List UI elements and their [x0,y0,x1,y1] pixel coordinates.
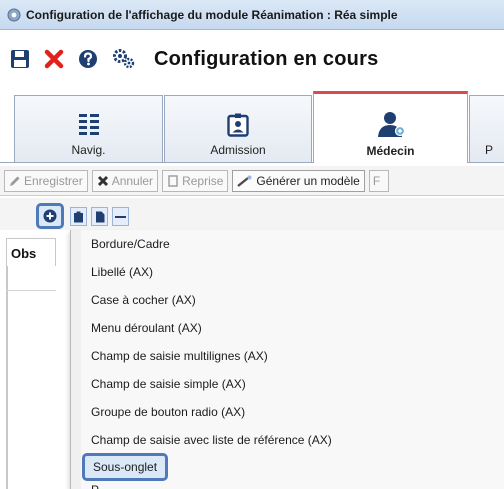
tab-label: Médecin [366,144,415,158]
window-title-bar: Configuration de l'affichage du module R… [0,0,504,30]
menu-item-sous-onglet[interactable]: Sous-onglet [82,453,169,481]
cancel-button[interactable]: Annuler [91,169,159,192]
resume-label: Reprise [182,173,224,188]
badge-icon [227,113,249,137]
document-icon [95,211,104,222]
cancel-icon [97,175,109,187]
tab-label: Admission [210,143,266,157]
clipped-action-label: F [372,173,381,188]
close-icon[interactable] [44,49,64,69]
action-bar: Enregistrer Annuler Reprise Générer un m… [0,166,504,196]
module-tab-strip: Navig. Admission Médecin P [0,91,504,163]
tab-obs[interactable]: Obs [6,238,56,266]
menu-item-libelle[interactable]: Libellé (AX) [91,265,153,279]
tab-navig[interactable]: Navig. [14,95,163,162]
tab-medecin[interactable]: Médecin [313,91,468,163]
more-options-button[interactable] [112,207,129,226]
window-title: Configuration de l'affichage du module R… [26,7,398,22]
cancel-label: Annuler [111,173,154,188]
add-element-button[interactable] [36,203,64,229]
page-title: Configuration en cours [154,47,379,70]
menu-item-bordure-cadre[interactable]: Bordure/Cadre [91,237,170,251]
panel-border [6,266,8,489]
list-icon [78,114,99,135]
menu-item-menu-deroulant[interactable]: Menu déroulant (AX) [91,321,202,335]
menu-item-groupe-radio[interactable]: Groupe de bouton radio (AX) [91,405,245,419]
pencil-icon [9,175,21,187]
help-icon[interactable] [78,49,98,69]
doctor-icon [377,112,405,137]
paste-element-button[interactable] [91,207,108,226]
menu-item-liste-reference[interactable]: Champ de saisie avec liste de référence … [91,433,332,447]
tab-label: Navig. [71,143,106,157]
plus-circle-icon [43,209,57,223]
generate-model-button[interactable]: Générer un modèle [232,169,365,192]
sub-toolbar [0,198,504,230]
menu-item-champ-multilignes[interactable]: Champ de saisie multilignes (AX) [91,349,268,363]
obs-tab-label: Obs [11,246,37,261]
panel-divider [6,290,56,291]
content-panel: Obs [0,230,56,489]
settings-icon[interactable] [112,48,136,70]
save-icon[interactable] [10,49,30,69]
menu-item-champ-simple[interactable]: Champ de saisie simple (AX) [91,377,246,391]
generate-label: Générer un modèle [256,173,360,188]
copy-element-button[interactable] [70,207,87,226]
copy-icon [167,174,179,187]
wand-icon [237,175,253,187]
tab-label: P [484,143,493,157]
tab-clipped[interactable]: P [469,95,504,162]
save-button[interactable]: Enregistrer [4,169,88,192]
menu-item-clipped[interactable]: P [91,483,99,489]
menu-gutter [71,230,81,489]
save-label: Enregistrer [24,173,83,188]
gear-app-icon [7,8,21,21]
menu-item-case-a-cocher[interactable]: Case à cocher (AX) [91,293,196,307]
clipboard-icon [74,211,83,222]
resume-button[interactable]: Reprise [162,169,229,192]
clipped-action-button[interactable]: F [368,169,389,192]
main-toolbar: Configuration en cours [0,30,504,88]
tab-admission[interactable]: Admission [164,95,312,162]
ellipsis-icon [115,215,126,218]
